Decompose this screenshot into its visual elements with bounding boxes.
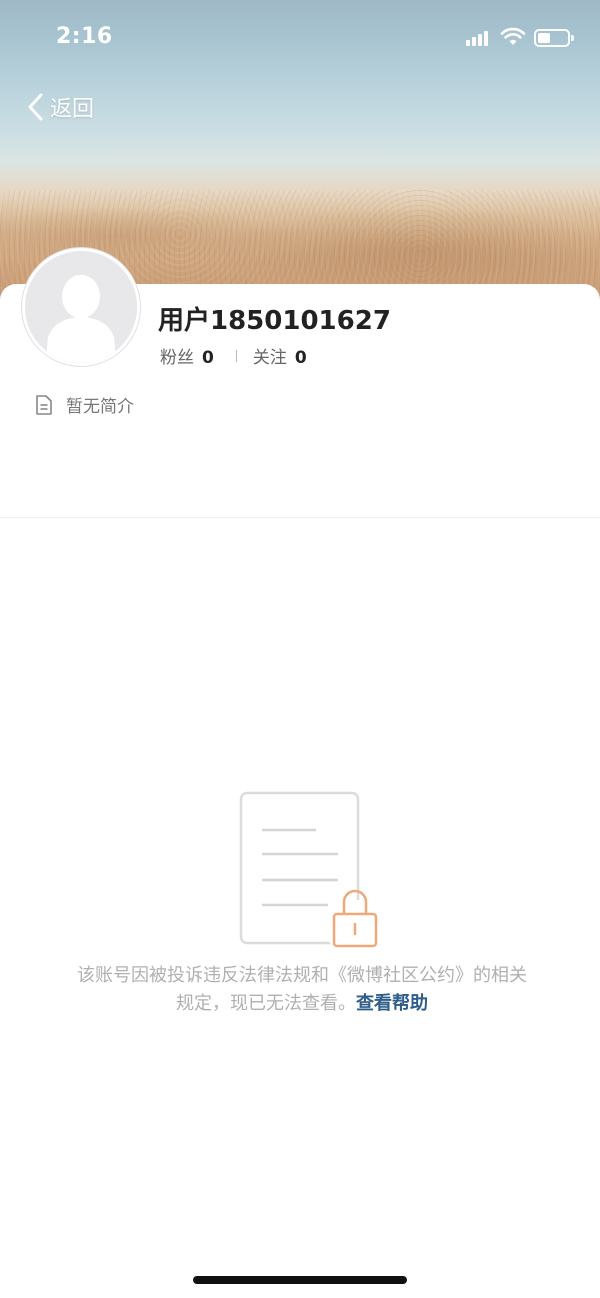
status-bar: 2:16 [0,0,600,76]
home-indicator[interactable] [193,1276,407,1284]
battery-icon [534,29,574,47]
stats-divider [235,349,237,362]
account-restricted-notice: 该账号因被投诉违反法律法规和《微博社区公约》的相关规定，现已无法查看。查看帮助 [72,962,532,1018]
locked-document-icon [239,791,380,948]
back-button[interactable]: 返回 [26,90,94,124]
bio-text: 暂无简介 [66,397,134,417]
chevron-left-icon [28,93,43,121]
following-label: 关注 [252,348,287,368]
fans-stat[interactable]: 粉丝 0 [160,343,214,368]
avatar[interactable] [22,248,140,366]
notice-message: 该账号因被投诉违反法律法规和《微博社区公约》的相关规定，现已无法查看。 [77,965,527,1014]
status-time: 2:16 [56,24,113,49]
default-avatar-icon [25,251,137,363]
help-link[interactable]: 查看帮助 [356,993,428,1014]
section-divider [0,517,600,518]
back-label: 返回 [50,97,95,122]
cellular-signal-icon [466,30,492,46]
fans-label: 粉丝 [160,348,194,368]
bio: 暂无简介 [34,392,134,417]
following-count: 0 [294,348,307,368]
wifi-icon [500,27,526,45]
following-stat[interactable]: 关注 0 [253,343,307,368]
fans-count: 0 [202,348,214,368]
username: 用户1850101627 [158,306,391,336]
document-icon [36,394,52,415]
profile-stats: 粉丝 0 关注 0 [160,343,307,368]
